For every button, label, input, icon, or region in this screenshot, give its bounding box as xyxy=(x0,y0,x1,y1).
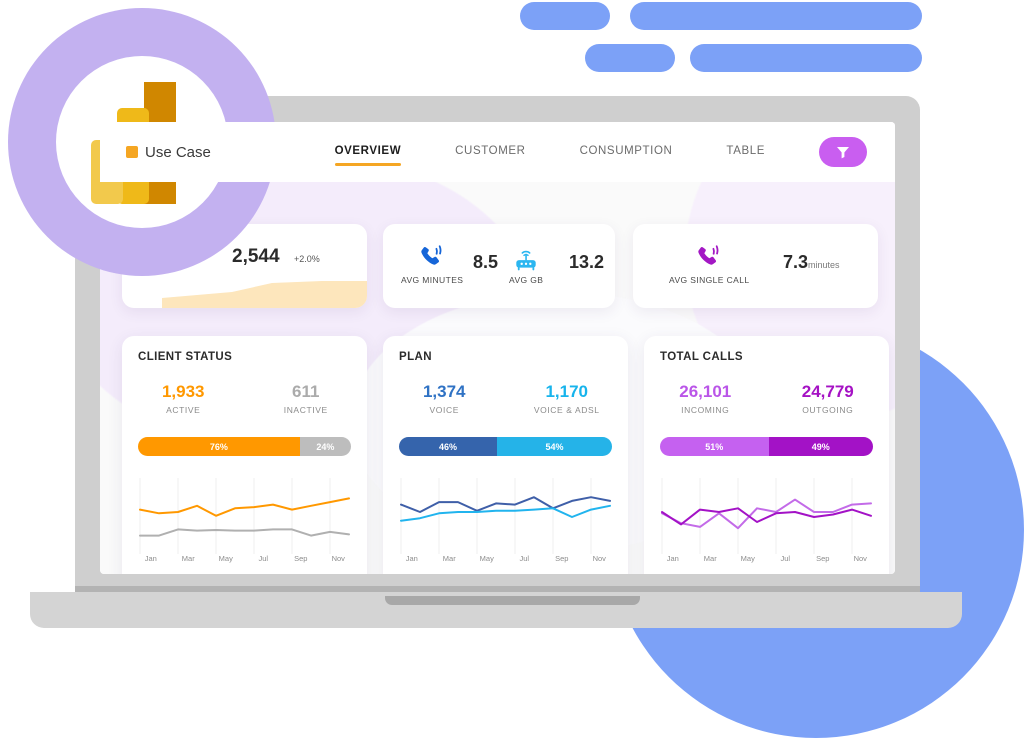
plan-chart xyxy=(393,478,618,554)
page-title: Use Case xyxy=(145,143,211,161)
stat-active: 1,933 ACTIVE xyxy=(122,382,245,415)
bar-segment-voice: 46% xyxy=(399,437,497,456)
bar-segment-incoming: 51% xyxy=(660,437,769,456)
kpi-total-delta: +2.0% xyxy=(294,254,320,264)
bar-segment-voice-adsl: 54% xyxy=(496,437,612,456)
nav-tabs: OVERVIEW CUSTOMER CONSUMPTION TABLE xyxy=(334,139,819,166)
bar-segment-inactive: 24% xyxy=(299,437,351,456)
stat-inactive: 611 INACTIVE xyxy=(245,382,368,415)
kpi-avg-minutes-value: 8.5 xyxy=(473,252,499,272)
plan-stats: 1,374 VOICE 1,170 VOICE & ADSL xyxy=(383,382,628,415)
tab-table[interactable]: TABLE xyxy=(726,139,765,166)
stat-inactive-value: 611 xyxy=(292,382,320,401)
stat-active-value: 1,933 xyxy=(161,382,205,401)
tab-consumption[interactable]: CONSUMPTION xyxy=(580,139,673,166)
screenshot-canvas: Use Case OVERVIEW CUSTOMER CONSUMPTION T… xyxy=(0,0,1024,738)
funnel-icon xyxy=(837,147,849,159)
total-calls-axis: Jan Mar May Jul Sep Nov xyxy=(666,554,867,563)
bar-segment-outgoing: 49% xyxy=(768,437,873,456)
kpi-single-call: AVG SINGLE CALL xyxy=(669,244,749,285)
stat-voice-value: 1,374 xyxy=(422,382,466,401)
total-calls-stats: 26,101 INCOMING 24,779 OUTGOING xyxy=(644,382,889,415)
total-calls-chart xyxy=(654,478,879,554)
card-total-calls-title: TOTAL CALLS xyxy=(660,351,743,363)
card-plan-title: PLAN xyxy=(399,351,432,363)
kpi-avg-minutes: AVG MINUTES xyxy=(401,244,463,285)
card-client-status-title: CLIENT STATUS xyxy=(138,351,233,363)
decor-pill-2 xyxy=(630,2,922,30)
laptop-mockup: Use Case OVERVIEW CUSTOMER CONSUMPTION T… xyxy=(75,96,920,596)
filter-button[interactable] xyxy=(819,137,867,167)
kpi-single-call-label: AVG SINGLE CALL xyxy=(669,275,750,285)
stat-inactive-label: INACTIVE xyxy=(283,405,328,415)
stat-outgoing: 24,779 OUTGOING xyxy=(767,382,890,415)
stat-outgoing-value: 24,779 xyxy=(801,382,854,401)
kpi-total-value: 2,544 xyxy=(232,246,280,267)
stat-voice-adsl: 1,170 VOICE & ADSL xyxy=(506,382,629,415)
client-status-stats: 1,933 ACTIVE 611 INACTIVE xyxy=(122,382,367,415)
kpi-avg-gb-value: 13.2 xyxy=(569,252,605,272)
client-status-bar: 76% 24% xyxy=(138,437,351,456)
decor-pill-3 xyxy=(585,44,675,72)
card-total-calls: TOTAL CALLS 26,101 INCOMING 24,779 OUTGO… xyxy=(644,336,889,574)
kpi-single-call-value: 7.3minutes xyxy=(783,252,840,272)
tab-customer[interactable]: CUSTOMER xyxy=(455,139,525,166)
nav-brand: Use Case xyxy=(126,144,335,161)
total-calls-bar: 51% 49% xyxy=(660,437,873,456)
stat-voice: 1,374 VOICE xyxy=(383,382,506,415)
client-status-chart xyxy=(132,478,357,554)
kpi-avg-minutes-label: AVG MINUTES xyxy=(401,275,464,285)
phone-ringing-icon xyxy=(421,245,442,265)
laptop-notch xyxy=(385,596,640,605)
stat-incoming-value: 26,101 xyxy=(679,382,732,401)
stat-outgoing-label: OUTGOING xyxy=(802,405,854,415)
client-status-axis: Jan Mar May Jul Sep Nov xyxy=(144,554,345,563)
stat-incoming: 26,101 INCOMING xyxy=(644,382,767,415)
plan-bar: 46% 54% xyxy=(399,437,612,456)
brand-dot-icon xyxy=(126,146,138,158)
stat-voice-adsl-value: 1,170 xyxy=(545,382,589,401)
tab-overview[interactable]: OVERVIEW xyxy=(334,139,402,166)
decor-pill-1 xyxy=(520,2,610,30)
kpi-avg-gb-label: AVG GB xyxy=(509,275,544,285)
card-plan: PLAN 1,374 VOICE 1,170 VOICE & ADSL 46% xyxy=(383,336,628,574)
card-client-status: CLIENT STATUS 1,933 ACTIVE 611 INACTIVE … xyxy=(122,336,367,574)
decor-pill-4 xyxy=(690,44,922,72)
stat-incoming-label: INCOMING xyxy=(681,405,730,415)
stat-active-label: ACTIVE xyxy=(166,405,201,415)
top-nav: Use Case OVERVIEW CUSTOMER CONSUMPTION T… xyxy=(100,122,895,182)
kpi-avg-gb: AVG GB xyxy=(509,246,543,285)
kpi-card-avg: AVG MINUTES 8.5 AVG GB 13.2 xyxy=(383,224,615,308)
plan-axis: Jan Mar May Jul Sep Nov xyxy=(405,554,606,563)
stat-voice-label: VOICE xyxy=(429,405,459,415)
phone-ringing-icon xyxy=(698,245,719,265)
router-wifi-icon xyxy=(516,250,536,271)
stat-voice-adsl-label: VOICE & ADSL xyxy=(533,405,600,415)
kpi-single-call-unit: minutes xyxy=(808,260,840,270)
kpi-card-single-call: AVG SINGLE CALL 7.3minutes xyxy=(633,224,878,308)
bar-segment-active: 76% xyxy=(138,437,300,456)
